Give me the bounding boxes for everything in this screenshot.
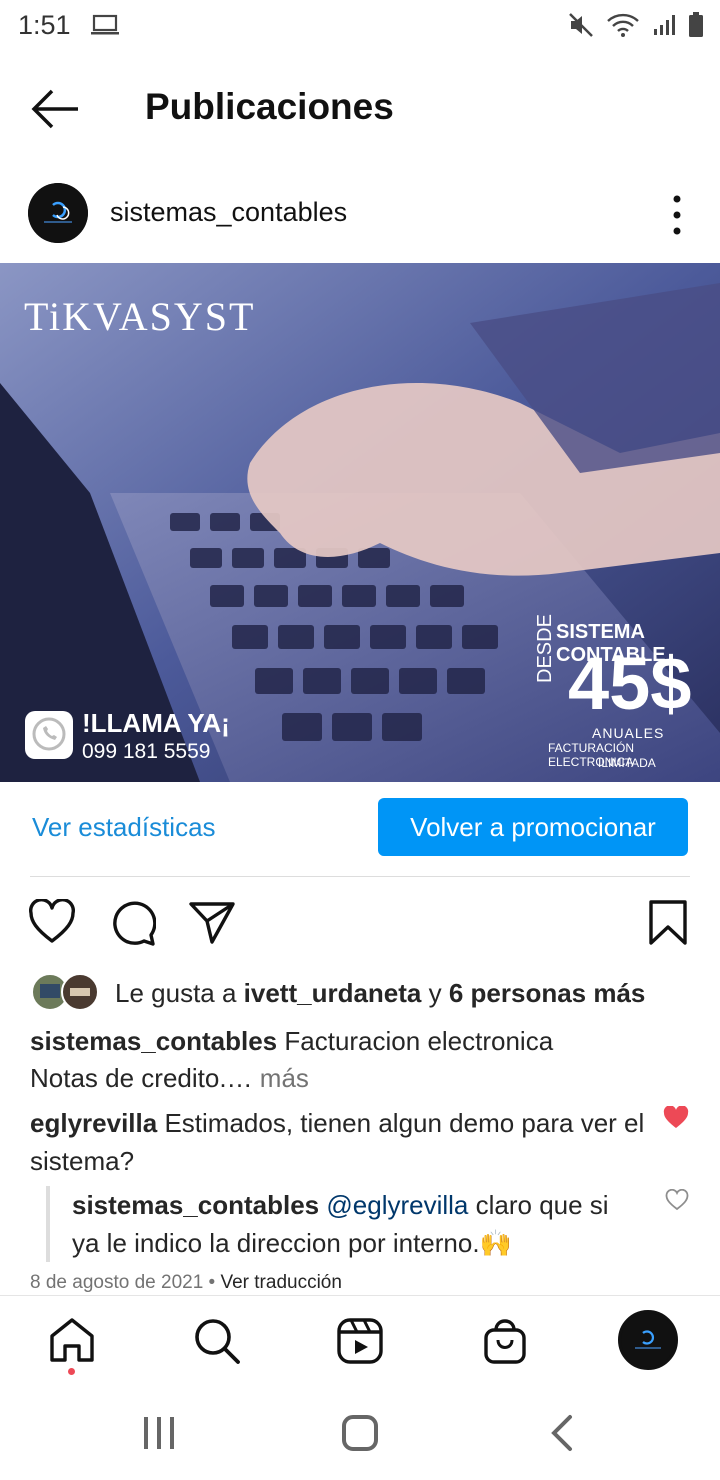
shop-bag-icon[interactable]	[480, 1316, 530, 1366]
likes-row[interactable]: Le gusta a ivett_urdaneta y 6 personas m…	[30, 970, 720, 1014]
promote-again-button[interactable]: Volver a promocionar	[378, 798, 688, 856]
battery-icon	[689, 12, 703, 37]
reels-icon[interactable]	[335, 1316, 385, 1366]
post-image[interactable]: TiKVASYST !LLAMA YA¡ 099 181 5559 SISTEM…	[0, 263, 720, 782]
caption-more-link[interactable]: más	[260, 1063, 309, 1093]
back-arrow-icon[interactable]	[28, 86, 84, 132]
comment-username[interactable]: eglyrevilla	[30, 1108, 157, 1138]
author-username[interactable]: sistemas_contables	[110, 197, 347, 228]
comment-liked-heart-icon[interactable]	[663, 1106, 689, 1130]
comment-reply: sistemas_contables @eglyrevilla claro qu…	[46, 1186, 646, 1262]
caption-text-line1: Facturacion electronica	[284, 1026, 554, 1056]
view-stats-link[interactable]: Ver estadísticas	[32, 812, 216, 843]
author-avatar[interactable]	[28, 183, 88, 243]
comment-icon[interactable]	[108, 899, 156, 947]
post-author-row: sistemas_contables	[0, 175, 720, 255]
whatsapp-icon	[25, 711, 73, 759]
profile-avatar[interactable]	[618, 1310, 678, 1370]
share-send-icon[interactable]	[188, 901, 236, 945]
post-actions-row	[0, 895, 720, 955]
caption-text-line2: Notas de credito.…	[30, 1063, 253, 1093]
post-date: 8 de agosto de 2021	[30, 1272, 204, 1293]
promo-period: ANUALES	[592, 725, 665, 741]
home-button-icon[interactable]	[340, 1413, 380, 1453]
promotion-bar: Ver estadísticas Volver a promocionar	[0, 796, 720, 860]
page-title: Publicaciones	[145, 86, 394, 127]
call-label: !LLAMA YA¡	[82, 708, 230, 738]
see-translation-link[interactable]: Ver traducción	[220, 1272, 341, 1293]
post-caption: sistemas_contables Facturacion electroni…	[30, 1023, 690, 1097]
system-back-icon[interactable]	[548, 1413, 576, 1453]
wifi-icon	[607, 13, 639, 37]
more-options-icon[interactable]	[660, 193, 694, 237]
phone-number: 099 181 5559	[82, 740, 211, 763]
bookmark-icon[interactable]	[648, 899, 688, 947]
comment: eglyrevilla Estimados, tienen algun demo…	[30, 1104, 650, 1180]
likes-others[interactable]: 6 personas más	[449, 978, 646, 1008]
promo-price: 45$	[568, 642, 692, 725]
home-icon[interactable]	[47, 1316, 97, 1366]
likes-text: Le gusta a ivett_urdaneta y 6 personas m…	[115, 978, 646, 1008]
reply-mention[interactable]: @eglyrevilla	[326, 1190, 468, 1220]
divider	[30, 876, 690, 877]
like-heart-icon[interactable]	[28, 899, 76, 945]
promo-from-label: DESDE	[534, 614, 556, 683]
post-meta: 8 de agosto de 2021 • Ver traducción	[30, 1272, 342, 1294]
notification-dot	[68, 1368, 75, 1375]
laptop-icon	[91, 14, 119, 35]
mute-icon	[569, 13, 593, 37]
search-icon[interactable]	[192, 1316, 242, 1366]
liker-avatars	[31, 973, 99, 1011]
recent-apps-icon[interactable]	[140, 1413, 178, 1453]
meta-separator: •	[208, 1272, 216, 1293]
status-icons	[568, 12, 704, 38]
signal-icon	[654, 15, 675, 35]
liker-username[interactable]: ivett_urdaneta	[244, 978, 422, 1008]
brand-logo: TiKVASYST	[24, 294, 256, 339]
caption-username[interactable]: sistemas_contables	[30, 1026, 277, 1056]
reply-username[interactable]: sistemas_contables	[72, 1190, 319, 1220]
app-header: Publicaciones	[0, 60, 720, 155]
system-navigation-bar	[0, 1387, 720, 1480]
status-bar: 1:51	[0, 0, 720, 52]
bottom-navigation	[0, 1295, 720, 1387]
promo-feature-line2: ILIMITADA	[598, 756, 656, 770]
status-time: 1:51	[18, 10, 71, 40]
reply-like-heart-icon[interactable]	[665, 1189, 689, 1211]
